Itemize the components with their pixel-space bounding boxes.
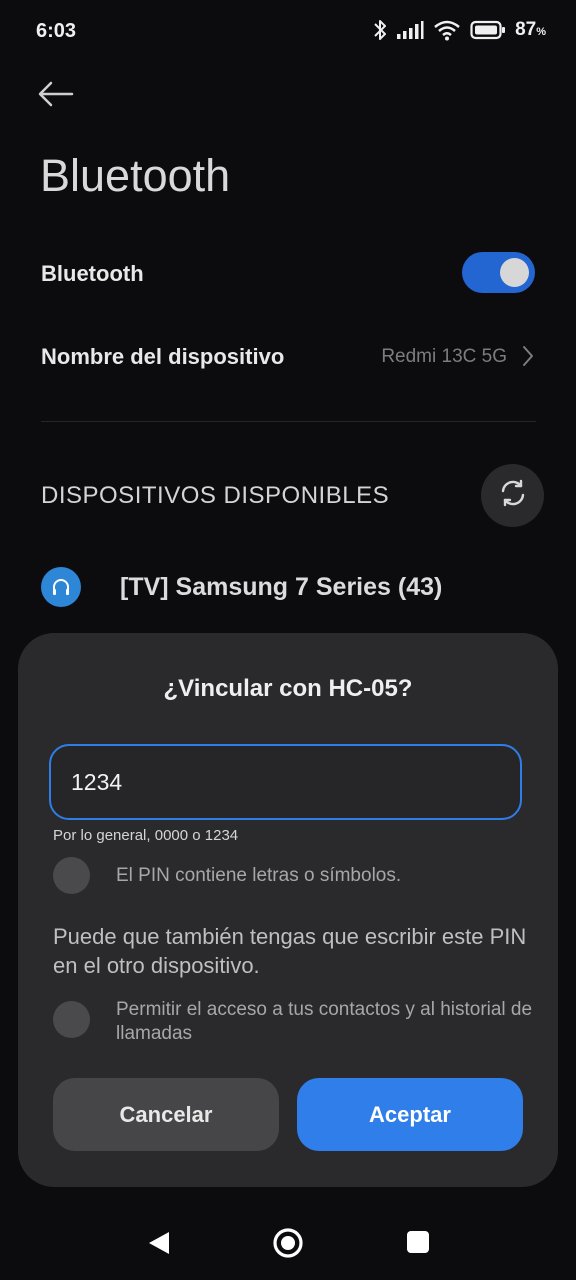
refresh-button[interactable] [481, 464, 544, 527]
headphones-icon [41, 567, 81, 607]
divider [41, 421, 536, 422]
bluetooth-icon [373, 18, 387, 42]
device-name-value[interactable]: Redmi 13C 5G [381, 346, 507, 368]
contacts-access-label: Permitir el acceso a tus contactos y al … [116, 999, 533, 1044]
battery-percent: 87% [515, 19, 546, 40]
pin-input-value: 1234 [71, 768, 123, 795]
pin-letters-label: El PIN contiene letras o símbolos. [116, 865, 402, 886]
chevron-right-icon[interactable] [522, 345, 534, 372]
arrow-left-icon [38, 81, 74, 112]
accept-button[interactable]: Aceptar [297, 1078, 523, 1151]
wifi-icon [433, 19, 461, 41]
navigation-bar [0, 1208, 576, 1280]
nav-recents-icon[interactable] [406, 1230, 430, 1259]
status-bar: 6:03 87% [0, 0, 576, 64]
nav-back-icon[interactable] [147, 1230, 171, 1261]
dialog-title: ¿Vincular con HC-05? [163, 675, 413, 702]
cancel-button[interactable]: Cancelar [53, 1078, 279, 1151]
bluetooth-toggle[interactable] [462, 252, 535, 293]
device-name-label[interactable]: Nombre del dispositivo [41, 344, 284, 370]
pair-dialog: ¿Vincular con HC-05? 1234 Por lo general… [18, 633, 558, 1187]
bluetooth-label: Bluetooth [41, 261, 144, 286]
status-time: 6:03 [36, 20, 77, 42]
toggle-knob [500, 258, 529, 287]
device-list-item[interactable]: [TV] Samsung 7 Series (43) [120, 573, 442, 602]
pin-hint: Por lo general, 0000 o 1234 [53, 827, 239, 844]
status-icons: 87% [373, 18, 546, 42]
signal-icon [396, 20, 424, 40]
refresh-icon [498, 478, 528, 513]
dialog-note: Puede que también tengas que escribir es… [53, 924, 527, 978]
battery-icon [470, 20, 506, 40]
pin-letters-option[interactable]: El PIN contiene letras o símbolos. [53, 857, 401, 894]
pin-letters-checkbox[interactable] [53, 857, 90, 894]
contacts-access-option[interactable]: Permitir el acceso a tus contactos y al … [53, 999, 558, 1046]
back-button[interactable] [38, 78, 82, 114]
contacts-access-checkbox[interactable] [53, 1001, 90, 1038]
page-title: Bluetooth [40, 150, 231, 201]
nav-home-icon[interactable] [271, 1226, 305, 1265]
pin-input[interactable]: 1234 [49, 744, 522, 820]
section-title-available: DISPOSITIVOS DISPONIBLES [41, 482, 390, 509]
